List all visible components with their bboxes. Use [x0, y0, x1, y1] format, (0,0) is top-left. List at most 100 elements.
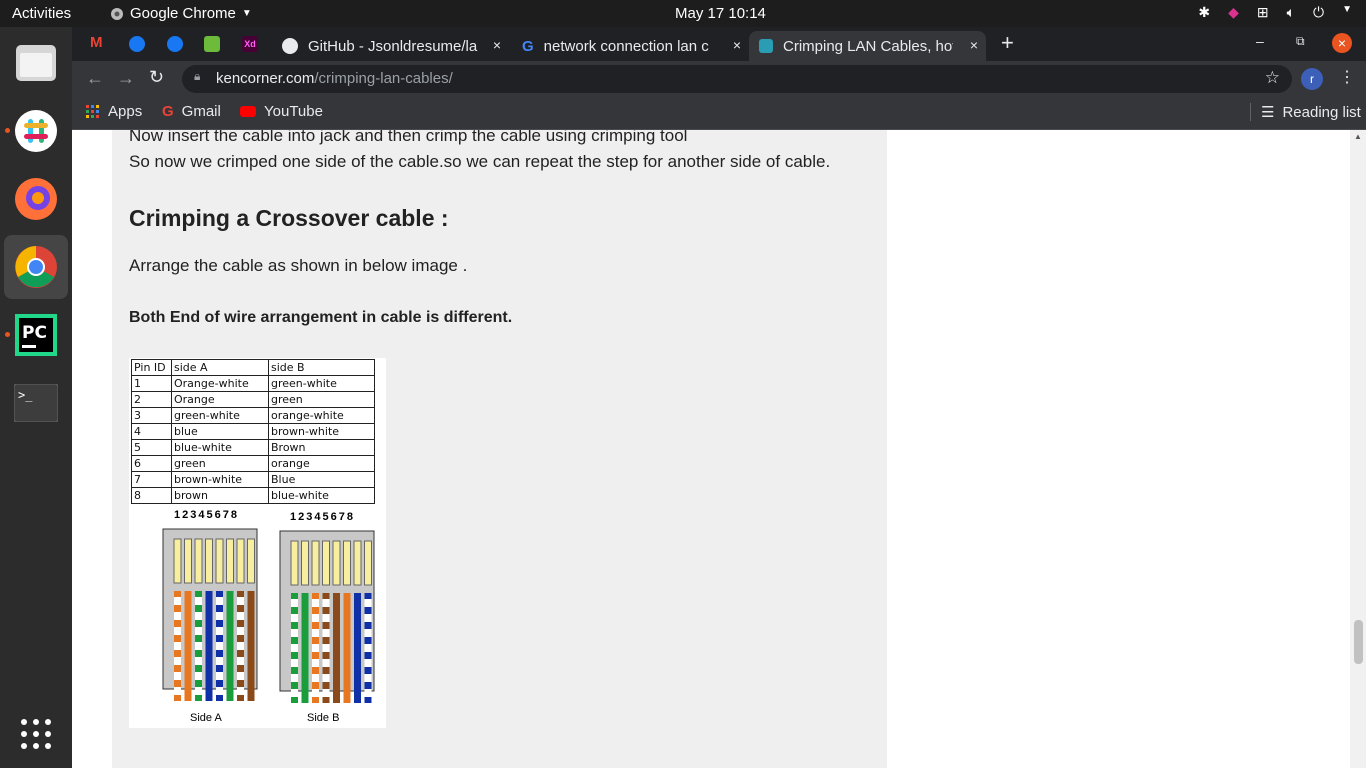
volume-icon[interactable]: 🔈︎: [1287, 4, 1295, 21]
wire-stripe-b-8: [364, 644, 372, 652]
close-window-icon[interactable]: ×: [1332, 33, 1352, 53]
table-cell: blue: [171, 423, 269, 440]
chrome-menu-icon[interactable]: ⋮: [1339, 67, 1355, 87]
xd-pinned-tab-icon[interactable]: Xd: [242, 36, 258, 52]
back-icon[interactable]: ←: [86, 68, 104, 89]
github-icon: [282, 38, 298, 54]
pin-table: Pin ID side Aside B 1 Orange-white green-whi…: [131, 359, 375, 504]
table-row: 1 Orange-white green-white: [131, 375, 375, 392]
bookmark-youtube[interactable]: YouTube: [240, 103, 323, 120]
network-icon[interactable]: ⊞: [1257, 4, 1269, 21]
firefox-app-icon[interactable]: [4, 167, 68, 231]
bookmark-gmail[interactable]: G Gmail: [162, 103, 221, 120]
wire-stripe-b-4: [322, 644, 330, 652]
table-cell: orange: [268, 455, 375, 472]
pin-contact-a-2: [184, 538, 192, 584]
bookmark-apps[interactable]: Apps: [86, 103, 142, 120]
slack-tray-icon[interactable]: ✱: [1198, 4, 1210, 21]
bold-note: Both End of wire arrangement in cable is…: [129, 309, 513, 326]
wire-stripe-a-7: [237, 612, 244, 620]
wire-stripe-a-5: [216, 657, 223, 665]
clock[interactable]: May 17 10:14: [675, 5, 766, 22]
files-app-icon[interactable]: [4, 31, 68, 95]
wire-stripe-a-3: [195, 657, 202, 665]
pin-numbers-side-a: 12345678: [174, 509, 239, 521]
wire-stripe-a-5: [216, 597, 223, 605]
wire-b-7: [354, 593, 361, 703]
wire-stripe-a-7: [237, 687, 244, 695]
wire-stripe-b-1: [291, 629, 298, 637]
wire-stripe-b-4: [322, 689, 330, 697]
reload-icon[interactable]: ↻: [149, 67, 164, 88]
activities-button[interactable]: Activities: [12, 5, 71, 22]
show-applications-icon[interactable]: [4, 702, 68, 766]
table-cell: 3: [131, 407, 172, 424]
wire-stripe-a-5: [216, 672, 223, 680]
wire-a-6: [226, 591, 234, 701]
restore-window-icon[interactable]: ⧉: [1296, 34, 1305, 49]
tab-strip: M Xd GitHub - Jsonldresume/la × G networ…: [72, 27, 1366, 61]
side-b-label: Side B: [307, 712, 339, 724]
address-bar[interactable]: 🔒︎ kencorner.com/crimping-lan-cables/ ☆: [182, 65, 1292, 93]
pin-contact-a-1: [173, 538, 182, 584]
wire-stripe-a-5: [216, 627, 223, 635]
facebook-pinned-tab-icon[interactable]: [129, 36, 145, 52]
tab-kencorner[interactable]: Crimping LAN Cables, hov ×: [749, 31, 986, 61]
app-name: Google Chrome: [130, 5, 236, 22]
wire-a-4: [205, 591, 213, 701]
browser-toolbar: ← → ↻ 🔒︎ kencorner.com/crimping-lan-cabl…: [72, 61, 1366, 97]
chevron-down-icon: ▼: [241, 8, 252, 19]
svg-text:>_: >_: [18, 388, 33, 402]
section-heading: Crimping a Crossover cable :: [129, 205, 449, 231]
chrome-app-icon[interactable]: [4, 235, 68, 299]
terminal-app-icon[interactable]: >_: [4, 371, 68, 435]
wire-stripe-b-4: [322, 659, 330, 667]
table-cell: 2: [131, 391, 172, 408]
wire-stripe-a-7: [237, 627, 244, 635]
app-menu[interactable]: Google Chrome ▼: [110, 5, 252, 22]
wire-stripe-a-7: [237, 672, 244, 680]
close-tab-icon[interactable]: ×: [493, 37, 501, 53]
apps-grid-icon: [86, 104, 99, 118]
facebook-pinned-tab-icon[interactable]: [167, 36, 183, 52]
gmail-pinned-tab-icon[interactable]: M: [90, 34, 106, 51]
wire-stripe-a-3: [195, 597, 202, 605]
wire-stripe-b-3: [312, 644, 319, 652]
close-tab-icon[interactable]: ×: [733, 37, 741, 53]
bookmark-star-icon[interactable]: ☆: [1265, 68, 1280, 88]
tab-google-search[interactable]: G network connection lan c ×: [512, 31, 749, 61]
minimize-window-icon[interactable]: –: [1256, 33, 1264, 49]
app-tray-icon[interactable]: ◆: [1228, 4, 1239, 21]
slack-app-icon[interactable]: [4, 99, 68, 163]
wire-stripe-a-1: [174, 642, 181, 650]
side-a-label: Side A: [190, 712, 222, 724]
table-row: 8 brown blue-white: [131, 487, 375, 504]
url-domain: kencorner.com: [216, 70, 315, 87]
reading-list-button[interactable]: ☰ Reading list: [1250, 103, 1361, 121]
pin-contact-a-6: [226, 538, 234, 584]
forward-icon[interactable]: →: [117, 68, 135, 89]
table-cell: green: [171, 455, 269, 472]
table-cell: Orange-white: [171, 375, 269, 392]
new-tab-button[interactable]: +: [1001, 30, 1014, 56]
pin-contact-b-2: [301, 540, 309, 586]
scrollbar-thumb[interactable]: [1354, 620, 1363, 664]
pin-contact-b-1: [290, 540, 299, 586]
pin-contact-a-3: [194, 538, 203, 584]
wire-stripe-b-8: [364, 659, 372, 667]
system-tray[interactable]: ✱ ◆ ⊞ 🔈︎ ⏻ ▼: [1198, 4, 1352, 21]
power-icon[interactable]: ⏻: [1313, 4, 1324, 21]
evernote-pinned-tab-icon[interactable]: [204, 36, 220, 52]
scroll-up-icon[interactable]: ▲: [1354, 132, 1362, 141]
wire-stripe-b-8: [364, 674, 372, 682]
tab-github[interactable]: GitHub - Jsonldresume/la ×: [272, 31, 509, 61]
page-scrollbar[interactable]: ▲: [1350, 130, 1366, 768]
pycharm-app-icon[interactable]: PC: [4, 303, 68, 367]
table-row: 5 blue-white Brown: [131, 439, 375, 456]
profile-avatar[interactable]: r: [1301, 68, 1323, 90]
wire-stripe-b-3: [312, 659, 319, 667]
chevron-down-icon[interactable]: ▼: [1342, 4, 1352, 21]
wire-stripe-a-1: [174, 612, 181, 620]
close-tab-icon[interactable]: ×: [970, 37, 978, 53]
wire-stripe-b-4: [322, 674, 330, 682]
